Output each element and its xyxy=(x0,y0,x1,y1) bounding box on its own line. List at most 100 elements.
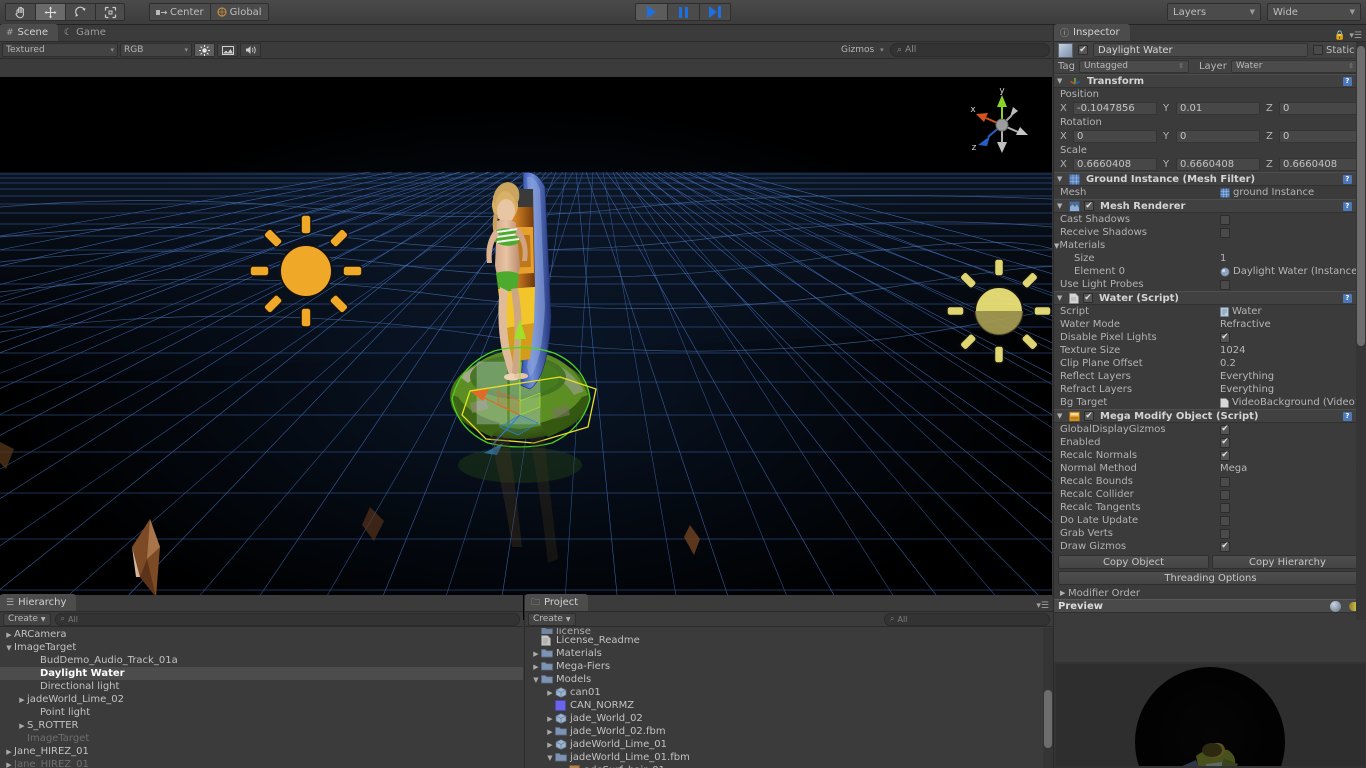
property-value[interactable] xyxy=(1220,214,1366,225)
property-value[interactable] xyxy=(1220,227,1366,238)
chevron-right-icon[interactable]: ▶ xyxy=(4,631,14,639)
hierarchy-item[interactable]: ▶Point light xyxy=(0,706,523,719)
property-value[interactable]: ✔ xyxy=(1220,450,1366,461)
gameobject-name-field[interactable]: Daylight Water xyxy=(1093,43,1309,57)
help-icon[interactable]: ? xyxy=(1342,174,1352,184)
threading-options-button[interactable]: Threading Options xyxy=(1058,571,1363,585)
property-checkbox[interactable] xyxy=(1220,476,1230,487)
property-checkbox[interactable] xyxy=(1220,502,1230,513)
hierarchy-item[interactable]: ▶Daylight Water xyxy=(0,667,523,680)
component-enabled-checkbox[interactable]: ✔ xyxy=(1084,201,1094,211)
chevron-down-icon[interactable]: ▼ xyxy=(1057,77,1065,85)
scale-tool-button[interactable] xyxy=(95,3,125,21)
hierarchy-item[interactable]: ▶ S_ROTTER xyxy=(0,719,523,732)
project-item[interactable]: ▶ jade_World_02.fbm xyxy=(525,725,1053,738)
property-checkbox[interactable]: ✔ xyxy=(1220,450,1230,461)
hierarchy-item[interactable]: ▶ Jane_HIREZ_01 xyxy=(0,758,523,768)
help-icon[interactable]: ? xyxy=(1342,201,1352,211)
project-item[interactable]: ▶license xyxy=(525,628,1053,634)
scene-viewport[interactable]: y x z xyxy=(0,77,1052,620)
property-value[interactable]: Refractive⇳ xyxy=(1220,319,1366,330)
field-scale-x[interactable]: 0.6660408 xyxy=(1073,158,1157,171)
pivot-mode-button[interactable]: Center xyxy=(149,3,210,21)
property-checkbox[interactable]: ✔ xyxy=(1220,424,1230,435)
static-checkbox[interactable] xyxy=(1313,45,1324,55)
preview-bar[interactable]: Preview xyxy=(1054,599,1366,613)
hierarchy-item[interactable]: ▼ ImageTarget xyxy=(0,641,523,654)
hierarchy-item[interactable]: ▶Directional light xyxy=(0,680,523,693)
project-item[interactable]: ▼ jadeWorld_Lime_01.fbm xyxy=(525,751,1053,764)
property-value[interactable]: ✔ xyxy=(1220,541,1366,552)
property-checkbox[interactable] xyxy=(1220,489,1230,500)
chevron-right-icon[interactable]: ▶ xyxy=(4,748,14,756)
property-value[interactable] xyxy=(1220,476,1366,487)
property-checkbox[interactable] xyxy=(1220,214,1230,225)
property-value[interactable]: ✔ xyxy=(1220,424,1366,435)
chevron-right-icon[interactable]: ▶ xyxy=(545,728,555,736)
chevron-down-icon[interactable]: ▼ xyxy=(4,644,14,652)
preview-viewport[interactable] xyxy=(1054,662,1366,768)
hierarchy-create-button[interactable]: Create ▼ xyxy=(3,612,51,626)
tab-game[interactable]: ☾ Game xyxy=(58,24,116,41)
component-enabled-checkbox[interactable]: ✔ xyxy=(1084,411,1094,421)
project-item[interactable]: ▶ jade_World_02 xyxy=(525,712,1053,725)
project-item[interactable]: ▶ can01 xyxy=(525,686,1053,699)
property-value[interactable] xyxy=(1220,489,1366,500)
property-checkbox[interactable] xyxy=(1220,279,1230,290)
chevron-down-icon[interactable]: ▼ xyxy=(531,676,541,684)
property-value[interactable] xyxy=(1220,528,1366,539)
property-value[interactable] xyxy=(1220,515,1366,526)
coordinate-space-button[interactable]: Global xyxy=(209,3,269,21)
chevron-right-icon[interactable]: ▶ xyxy=(17,722,27,730)
chevron-right-icon[interactable]: ▶ xyxy=(545,741,555,749)
property-value[interactable] xyxy=(1220,279,1366,290)
component-header[interactable]: ▼✔Mesh Renderer?⚙ xyxy=(1054,199,1366,213)
project-tree[interactable]: ▶license▶License_Readme▶Materials▶Mega-F… xyxy=(525,628,1053,768)
field-rotation-z[interactable]: 0 xyxy=(1279,130,1363,143)
property-value[interactable]: Daylight Water (Instance◎ xyxy=(1220,266,1366,277)
scene-audio-toggle[interactable] xyxy=(240,43,261,57)
draw-mode-dropdown[interactable]: Textured ▾ xyxy=(2,43,118,57)
chevron-right-icon[interactable]: ▶ xyxy=(545,689,555,697)
lock-icon[interactable]: 🔒 xyxy=(1334,31,1345,41)
chevron-down-icon[interactable]: ▼ xyxy=(1057,412,1065,420)
hierarchy-item[interactable]: ▶BudDemo_Audio_Track_01a xyxy=(0,654,523,667)
tab-project[interactable]: 🗀 Project xyxy=(525,594,589,611)
component-enabled-checkbox[interactable]: ✔ xyxy=(1083,293,1093,303)
property-value[interactable]: 1 xyxy=(1220,253,1366,264)
layers-dropdown[interactable]: Layers ▼ xyxy=(1167,3,1261,21)
chevron-down-icon[interactable]: ▼ xyxy=(545,754,555,762)
field-rotation-x[interactable]: 0 xyxy=(1073,130,1157,143)
chevron-right-icon[interactable]: ▶ xyxy=(545,715,555,723)
component-header[interactable]: ▼✔Mega Modify Object (Script)?⚙ xyxy=(1054,409,1366,423)
project-options-icon[interactable]: ▾☰ xyxy=(1036,601,1053,611)
modifier-order-foldout[interactable]: ▶ Modifier Order xyxy=(1054,587,1366,599)
hierarchy-tree[interactable]: ▶ARCamera▼ImageTarget▶BudDemo_Audio_Trac… xyxy=(0,628,523,768)
inspector-scrollbar[interactable] xyxy=(1356,42,1366,620)
property-checkbox[interactable]: ✔ xyxy=(1220,332,1230,343)
scene-search-input[interactable]: ⌕ All xyxy=(890,43,1050,57)
copy-object-button[interactable]: Copy Object xyxy=(1058,555,1209,569)
chevron-right-icon[interactable]: ▶ xyxy=(531,663,541,671)
field-position-y[interactable]: 0.01 xyxy=(1176,102,1260,115)
menu-icon[interactable]: ▾☰ xyxy=(1349,31,1362,41)
property-value[interactable]: ✔ xyxy=(1220,437,1366,448)
field-rotation-y[interactable]: 0 xyxy=(1176,130,1260,143)
project-item[interactable]: ▶adeSurf_hair_01 xyxy=(525,764,1053,768)
layout-dropdown[interactable]: Wide ▼ xyxy=(1267,3,1361,21)
property-value[interactable]: ✔ xyxy=(1220,332,1366,343)
project-item[interactable]: ▼ Models xyxy=(525,673,1053,686)
property-value[interactable]: 0.2 xyxy=(1220,358,1366,369)
rotate-tool-button[interactable] xyxy=(65,3,95,21)
copy-hierarchy-button[interactable]: Copy Hierarchy xyxy=(1212,555,1363,569)
component-header[interactable]: ▼✔Water (Script)?⚙ xyxy=(1054,291,1366,305)
hierarchy-item[interactable]: ▶ImageTarget xyxy=(0,732,523,745)
chevron-right-icon[interactable]: ▶ xyxy=(531,650,541,658)
property-checkbox[interactable]: ✔ xyxy=(1220,437,1230,448)
field-scale-z[interactable]: 0.6660408 xyxy=(1279,158,1363,171)
property-checkbox[interactable] xyxy=(1220,528,1230,539)
property-value[interactable]: VideoBackground (Videoˮ◎ xyxy=(1220,397,1366,408)
hierarchy-search-input[interactable]: ⌕ All xyxy=(54,612,520,626)
project-item[interactable]: ▶ Mega-Fiers xyxy=(525,660,1053,673)
chevron-down-icon[interactable]: ▼ xyxy=(1057,294,1065,302)
